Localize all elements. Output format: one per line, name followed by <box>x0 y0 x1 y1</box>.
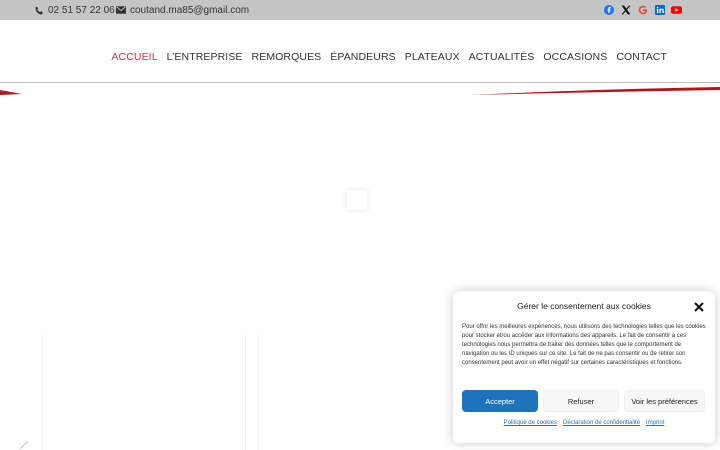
header-swoosh-decoration <box>0 87 720 95</box>
nav-item-entreprise[interactable]: L’ENTREPRISE <box>167 51 243 63</box>
x-icon[interactable] <box>620 4 631 15</box>
nav-item-occasions[interactable]: OCCASIONS <box>543 51 607 63</box>
envelope-icon <box>116 6 126 14</box>
phone-icon <box>35 6 43 14</box>
nav-item-actualites[interactable]: ACTUALITÉS <box>469 51 535 63</box>
google-icon[interactable] <box>637 4 648 15</box>
refuse-cookies-button[interactable]: Refuser <box>543 390 619 412</box>
site-header: ACCUEIL L’ENTREPRISE REMORQUES ÉPANDEURS… <box>0 20 720 83</box>
email-address: coutand.ma85@gmail.com <box>130 4 250 16</box>
cookie-dialog-text: Pour offrir les meilleures expériences, … <box>462 324 706 366</box>
close-icon[interactable] <box>693 300 705 312</box>
privacy-statement-link[interactable]: Déclaration de confidentialité <box>563 420 640 426</box>
slider-arrow-icon[interactable] <box>18 440 32 450</box>
nav-item-plateaux[interactable]: PLATEAUX <box>405 51 460 63</box>
cookie-policy-link[interactable]: Politique de cookies <box>504 420 557 426</box>
youtube-icon[interactable] <box>671 4 682 15</box>
linkedin-icon[interactable] <box>654 4 665 15</box>
content-divider <box>258 335 259 450</box>
email-contact[interactable]: coutand.ma85@gmail.com <box>116 3 249 17</box>
accept-cookies-button[interactable]: Accepter <box>462 390 538 412</box>
facebook-icon[interactable] <box>603 4 614 15</box>
social-links <box>603 4 682 15</box>
cookie-policy-links: Politique de cookies Déclaration de conf… <box>453 420 715 426</box>
loading-spinner <box>347 190 367 210</box>
nav-item-epandeurs[interactable]: ÉPANDEURS <box>330 51 395 63</box>
content-divider <box>245 335 246 450</box>
imprint-link[interactable]: Imprint <box>646 420 664 426</box>
phone-contact[interactable]: 02 51 57 22 06 <box>35 3 115 17</box>
cookie-dialog-title: Gérer le consentement aux cookies <box>517 301 651 311</box>
main-navigation: ACCUEIL L’ENTREPRISE REMORQUES ÉPANDEURS… <box>111 51 667 63</box>
nav-item-accueil[interactable]: ACCUEIL <box>111 51 157 63</box>
top-bar: 02 51 57 22 06 coutand.ma85@gmail.com <box>0 0 720 20</box>
nav-item-contact[interactable]: CONTACT <box>616 51 667 63</box>
nav-item-remorques[interactable]: REMORQUES <box>252 51 322 63</box>
cookie-consent-dialog: Gérer le consentement aux cookies Pour o… <box>453 291 715 443</box>
content-divider <box>42 335 43 450</box>
phone-number: 02 51 57 22 06 <box>48 4 115 16</box>
view-preferences-button[interactable]: Voir les préférences <box>624 390 705 412</box>
